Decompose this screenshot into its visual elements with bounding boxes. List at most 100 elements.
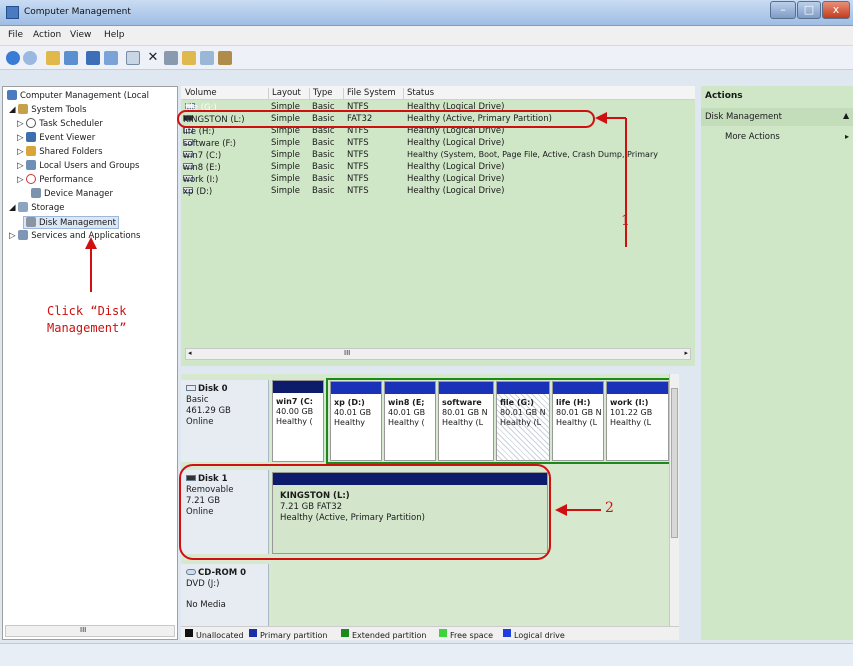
layout-cell: Simple — [271, 162, 301, 172]
type-cell: Basic — [312, 150, 335, 160]
fs-cell: NTFS — [347, 174, 369, 184]
column-header-layout[interactable]: Layout — [268, 88, 301, 100]
tools-icon — [18, 104, 29, 114]
expand-arrow-icon[interactable]: ◢ — [9, 105, 18, 115]
partition-info: life (H:) 80.01 GB N Healthy (L — [556, 398, 602, 427]
disk0-primary-partition[interactable]: win7 (C: 40.00 GB Healthy ( — [272, 380, 324, 462]
fs-cell: NTFS — [347, 150, 369, 160]
disk0-size: 461.29 GB — [186, 406, 231, 416]
disk0-logical-partition[interactable]: xp (D:) 40.01 GB Healthy — [330, 381, 382, 461]
type-cell: Basic — [312, 162, 335, 172]
help-icon[interactable] — [86, 51, 100, 65]
tree-item-services[interactable]: ▷ Services and Applications — [9, 230, 140, 241]
column-header-type[interactable]: Type — [309, 88, 333, 100]
disk0-logical-partition[interactable]: software 80.01 GB N Healthy (L — [438, 381, 494, 461]
collapse-up-icon[interactable]: ▲ — [843, 111, 849, 120]
tree-item-task-scheduler[interactable]: ▷ Task Scheduler — [17, 118, 103, 129]
tree-item-performance[interactable]: ▷ Performance — [17, 174, 93, 185]
tree-horizontal-scrollbar[interactable]: III — [5, 625, 175, 637]
minimize-button[interactable]: – — [770, 1, 796, 19]
delete-icon[interactable]: ✕ — [146, 51, 160, 65]
up-folder-icon[interactable] — [46, 51, 60, 65]
disk-map-vertical-scrollbar[interactable] — [669, 374, 679, 626]
cdrom-label[interactable]: CD-ROM 0 DVD (J:) No Media — [181, 564, 269, 626]
more-actions-item[interactable]: More Actions ▸ — [701, 130, 853, 146]
tree-item-computer-management[interactable]: Computer Management (Local — [7, 90, 149, 101]
annotation-arrow-disk-management — [85, 237, 97, 292]
partition-info: xp (D:) 40.01 GB Healthy — [334, 398, 372, 427]
tree-item-shared-folders[interactable]: ▷ Shared Folders — [17, 146, 103, 157]
tree-item-device-manager[interactable]: Device Manager — [31, 188, 113, 199]
column-header-file-system[interactable]: File System — [343, 88, 396, 100]
back-icon[interactable] — [6, 51, 20, 65]
tree-item-disk-management[interactable]: Disk Management — [23, 216, 119, 229]
collapse-arrow-icon[interactable]: ▷ — [17, 175, 26, 185]
layout-cell: Simple — [271, 150, 301, 160]
properties-icon[interactable] — [164, 51, 178, 65]
tree-item-storage[interactable]: ◢ Storage — [9, 202, 65, 213]
legend-extended: Extended partition — [341, 629, 427, 640]
annotation-ellipse-kingston-row — [177, 110, 595, 128]
volume-horizontal-scrollbar[interactable]: ◂ III ▸ — [185, 348, 691, 360]
annotation-number-2: 2 — [605, 500, 614, 516]
expand-arrow-icon[interactable]: ◢ — [9, 203, 18, 213]
collapse-arrow-icon[interactable]: ▷ — [17, 147, 26, 157]
close-button[interactable]: x — [822, 1, 850, 19]
annotation-click-text-2: Management” — [47, 321, 127, 335]
annotation-number-1: 1 — [621, 213, 630, 229]
menu-help[interactable]: Help — [104, 30, 125, 40]
scroll-thumb[interactable] — [671, 388, 678, 538]
collapse-arrow-icon[interactable]: ▷ — [17, 133, 26, 143]
cdrom-drive: DVD (J:) — [186, 579, 220, 589]
type-cell: Basic — [312, 174, 335, 184]
layout-cell: Simple — [271, 138, 301, 148]
logical-bar — [385, 382, 435, 394]
disk0-label[interactable]: Disk 0 Basic 461.29 GB Online — [181, 380, 269, 462]
forward-icon[interactable] — [23, 51, 37, 65]
clock-icon — [26, 118, 37, 128]
legend-primary: Primary partition — [249, 629, 327, 640]
collapse-arrow-icon[interactable]: ▷ — [17, 119, 26, 129]
menu-view[interactable]: View — [70, 30, 91, 40]
scroll-left-arrow[interactable]: ◂ — [188, 349, 192, 357]
event-viewer-icon — [26, 132, 37, 142]
scroll-right-arrow[interactable]: ▸ — [684, 349, 688, 357]
cdrom-icon — [186, 569, 196, 575]
partition-info: win7 (C: 40.00 GB Healthy ( — [276, 397, 314, 426]
collapse-arrow-icon[interactable]: ▷ — [17, 161, 26, 171]
menu-action[interactable]: Action — [33, 30, 61, 40]
open-icon[interactable] — [182, 51, 196, 65]
volume-list: Volume Layout Type File System Status fi… — [177, 86, 695, 366]
settings-icon[interactable] — [218, 51, 232, 65]
console-icon[interactable] — [104, 51, 118, 65]
scroll-grip-label: III — [344, 349, 351, 357]
disk0-logical-partition-selected[interactable]: file (G:) 80.01 GB N Healthy (L — [496, 381, 550, 461]
search-icon[interactable] — [200, 51, 214, 65]
primary-bar — [273, 381, 323, 393]
annotation-arrow-1 — [595, 112, 627, 247]
column-header-volume[interactable]: Volume — [181, 88, 217, 100]
tree-item-system-tools[interactable]: ◢ System Tools — [9, 104, 87, 115]
disk0-logical-partition[interactable]: work (I:) 101.22 GB Healthy (L — [606, 381, 669, 461]
partition-info: work (I:) 101.22 GB Healthy (L — [610, 398, 653, 427]
column-header-status[interactable]: Status — [403, 88, 434, 100]
tree-item-local-users[interactable]: ▷ Local Users and Groups — [17, 160, 140, 171]
primary-swatch — [249, 629, 257, 637]
logical-bar — [331, 382, 381, 394]
disk0-name: Disk 0 — [186, 384, 263, 395]
disk0-logical-partition[interactable]: win8 (E; 40.01 GB Healthy ( — [384, 381, 436, 461]
window-title: Computer Management — [24, 7, 131, 17]
device-manager-icon — [31, 188, 41, 198]
connect-icon[interactable] — [126, 51, 140, 65]
disk0-state: Online — [186, 417, 214, 427]
show-hide-tree-icon[interactable] — [64, 51, 78, 65]
maximize-button[interactable]: □ — [797, 1, 821, 19]
collapse-arrow-icon[interactable]: ▷ — [9, 231, 18, 241]
actions-section-disk-management[interactable]: Disk Management ▲ — [701, 108, 853, 126]
type-cell: Basic — [312, 186, 335, 196]
toolbar: ✕ — [0, 46, 853, 70]
menu-file[interactable]: File — [8, 30, 23, 40]
disk0-logical-partition[interactable]: life (H:) 80.01 GB N Healthy (L — [552, 381, 604, 461]
tree-item-event-viewer[interactable]: ▷ Event Viewer — [17, 132, 95, 143]
